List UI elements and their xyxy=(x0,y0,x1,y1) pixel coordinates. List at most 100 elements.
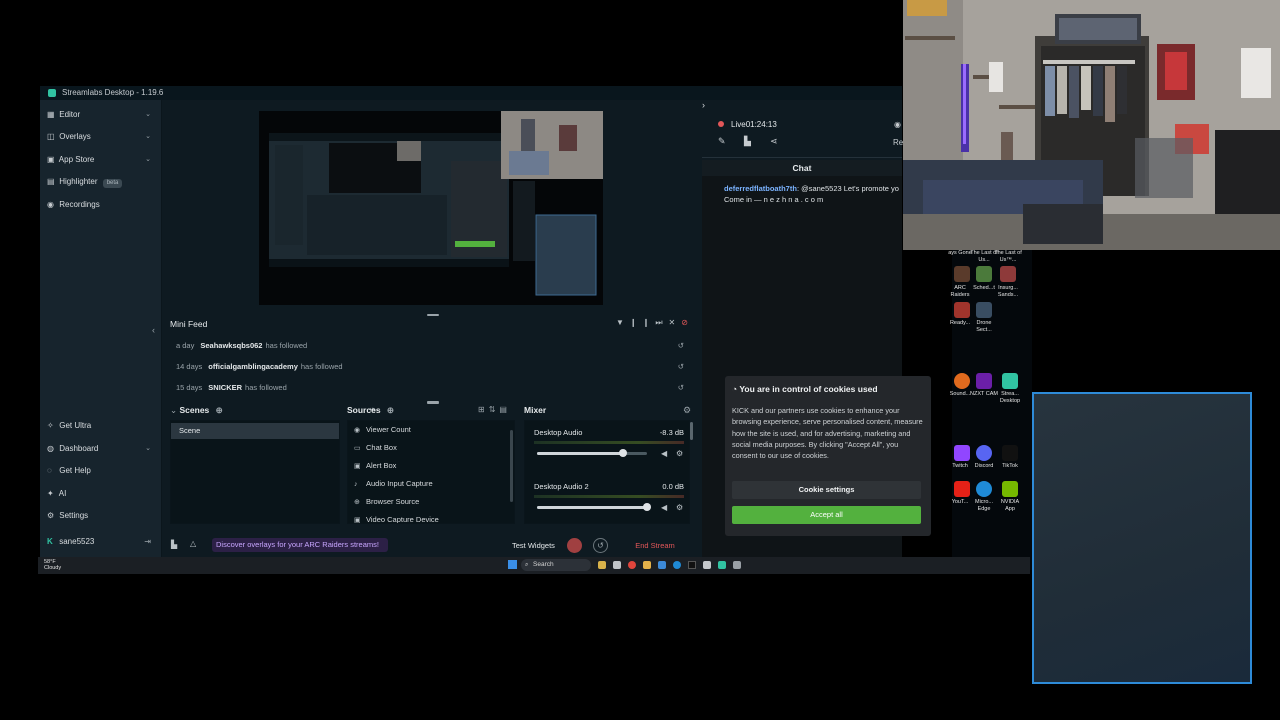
drone-sector-icon[interactable] xyxy=(976,302,992,318)
chevron-down-icon[interactable]: ⌄ xyxy=(145,441,151,457)
resize-handle[interactable] xyxy=(427,314,439,316)
chevron-down-icon[interactable]: ⌄ xyxy=(145,152,151,168)
scrollbar[interactable] xyxy=(690,422,693,440)
sidebar-item-dashboard[interactable]: ◍ Dashboard ⌄ xyxy=(47,441,155,457)
sidebar-item-editor[interactable]: ▦ Editor ⌄ xyxy=(47,107,155,123)
source-item[interactable]: ⊕ Browser Source xyxy=(354,493,419,511)
desktop-icon-label[interactable]: Micro... Edge xyxy=(970,499,998,513)
nzxt-cam-icon[interactable] xyxy=(976,373,992,389)
logout-icon[interactable]: ⇥ xyxy=(144,534,151,550)
sidebar-item-app-store[interactable]: ▣ App Store ⌄ xyxy=(47,152,155,168)
chat-username[interactable]: deferredflatboath7th xyxy=(724,184,797,193)
expand-chevron-right-icon[interactable]: › xyxy=(702,100,705,110)
scrollbar[interactable] xyxy=(510,430,513,502)
desktop-icon-label[interactable]: Insurg... Sands... xyxy=(994,285,1022,299)
edit-pencil-icon[interactable]: ✎ xyxy=(718,136,726,147)
discord-icon[interactable] xyxy=(976,445,992,461)
sidebar-item-highlighter[interactable]: ▤ Highlighter beta xyxy=(47,174,155,190)
desktop-icon-label[interactable]: Strea... Desktop xyxy=(996,391,1024,405)
twitch-icon[interactable] xyxy=(954,445,970,461)
source-item[interactable]: ▣ Video Capture Device xyxy=(354,511,439,523)
disconnect-icon[interactable]: ⊘ xyxy=(681,318,694,327)
source-item[interactable]: ♪ Audio Input Capture xyxy=(354,475,433,493)
gear-icon[interactable]: ⚙ xyxy=(683,405,691,416)
skip-icon[interactable]: ⏭ xyxy=(655,318,668,327)
chrome-icon[interactable] xyxy=(628,561,636,569)
ready-or-not-icon[interactable] xyxy=(954,302,970,318)
desktop-icon-label[interactable]: TikTok xyxy=(996,463,1024,470)
streamlabs-taskbar-icon[interactable] xyxy=(718,561,726,569)
scene-item[interactable]: Scene xyxy=(171,423,339,439)
repeat-alert-icon[interactable]: ↺ xyxy=(678,378,684,398)
sidebar-item-recordings[interactable]: ◉ Recordings xyxy=(47,197,155,213)
desktop-icon-label[interactable]: Drone Sect... xyxy=(970,320,998,334)
resize-handle[interactable] xyxy=(427,401,439,403)
file-explorer-icon[interactable] xyxy=(598,561,606,569)
nvidia-app-icon[interactable] xyxy=(1002,481,1018,497)
sidebar-item-ai[interactable]: ✦ AI xyxy=(47,486,155,502)
schedule-game-icon[interactable] xyxy=(976,266,992,282)
weather-widget[interactable]: 58°F Cloudy xyxy=(44,559,61,571)
test-widgets-button[interactable]: Test Widgets xyxy=(512,541,555,550)
windows-start-icon[interactable] xyxy=(508,560,517,569)
end-stream-button[interactable]: End Stream xyxy=(618,537,692,554)
user-account[interactable]: K sane5523 ⇥ xyxy=(47,534,155,550)
desktop-icon-label[interactable]: NVIDIA App xyxy=(996,499,1024,513)
sidebar-item-overlays[interactable]: ◫ Overlays ⌄ xyxy=(47,129,155,145)
slider-knob[interactable] xyxy=(619,449,627,457)
taskbar-search[interactable]: ⌕ Search xyxy=(521,559,591,571)
record-button[interactable] xyxy=(567,538,582,553)
source-item[interactable]: ◉ Viewer Count xyxy=(354,421,411,439)
add-scene-icon[interactable]: ⊕ xyxy=(216,405,223,415)
chevron-down-icon[interactable]: ⌄ xyxy=(145,107,151,123)
streamlabs-desktop-icon[interactable] xyxy=(1002,373,1018,389)
tiktok-taskbar-icon[interactable] xyxy=(688,561,696,569)
collapse-chevron-left-icon[interactable]: ‹ xyxy=(152,325,155,335)
group-icon[interactable]: ⊞ xyxy=(478,405,489,414)
soundcloud-icon[interactable] xyxy=(954,373,970,389)
folder-icon[interactable]: ▤ xyxy=(499,405,511,414)
gear-icon[interactable]: ⚙ xyxy=(676,503,683,512)
sidebar-item-get-ultra[interactable]: ✧ Get Ultra xyxy=(47,418,155,434)
folder-icon[interactable] xyxy=(643,561,651,569)
replay-buffer-icon[interactable]: ↺ xyxy=(593,538,608,553)
youtube-icon[interactable] xyxy=(954,481,970,497)
gear-icon[interactable]: ⚙ xyxy=(676,449,683,458)
slider-knob[interactable] xyxy=(643,503,651,511)
arc-raiders-icon[interactable] xyxy=(954,266,970,282)
share-icon[interactable]: ⋖ xyxy=(770,136,778,147)
store-icon[interactable] xyxy=(658,561,666,569)
filter-icon[interactable]: ▼ xyxy=(616,318,630,327)
cookie-settings-button[interactable]: Cookie settings xyxy=(732,481,921,499)
app-icon[interactable] xyxy=(703,561,711,569)
clip-icon[interactable]: ▙ xyxy=(744,136,751,147)
mute-icon[interactable]: ✕ xyxy=(669,318,682,327)
speaker-icon[interactable]: ◀︎ xyxy=(661,449,667,458)
sidebar-item-settings[interactable]: ⚙ Settings xyxy=(47,508,155,524)
repeat-alert-icon[interactable]: ↺ xyxy=(678,357,684,377)
desktop-icon-label[interactable]: Discord xyxy=(970,463,998,470)
tiktok-icon[interactable] xyxy=(1002,445,1018,461)
desktop-icon-label[interactable]: The Last of Us™... xyxy=(994,250,1022,264)
add-source-icon[interactable]: ⊕ xyxy=(387,405,394,415)
refresh-label[interactable]: Re xyxy=(893,138,903,147)
pause-icon[interactable]: ❙❙ xyxy=(630,318,655,327)
stream-preview[interactable] xyxy=(259,111,603,305)
settings-taskbar-icon[interactable] xyxy=(733,561,741,569)
promo-banner[interactable]: Discover overlays for your ARC Raiders s… xyxy=(212,538,388,552)
insurgency-icon[interactable] xyxy=(1000,266,1016,282)
volume-slider[interactable] xyxy=(537,449,647,457)
notification-icon[interactable]: △ xyxy=(190,539,196,548)
microsoft-edge-icon[interactable] xyxy=(976,481,992,497)
stats-icon[interactable]: ▙ xyxy=(171,540,177,549)
desktop-icon-label[interactable]: NZXT CAM xyxy=(970,391,998,398)
chevron-down-icon[interactable]: ⌄ xyxy=(170,405,177,415)
source-item[interactable]: ▭ Chat Box xyxy=(354,439,397,457)
repeat-alert-icon[interactable]: ↺ xyxy=(678,336,684,356)
accept-all-button[interactable]: Accept all xyxy=(732,506,921,524)
eye-icon[interactable]: ◉ xyxy=(894,120,901,129)
taskview-icon[interactable] xyxy=(613,561,621,569)
edge-icon[interactable] xyxy=(673,561,681,569)
speaker-icon[interactable]: ◀︎ xyxy=(661,503,667,512)
sidebar-item-get-help[interactable]: ◌ Get Help xyxy=(47,463,155,479)
